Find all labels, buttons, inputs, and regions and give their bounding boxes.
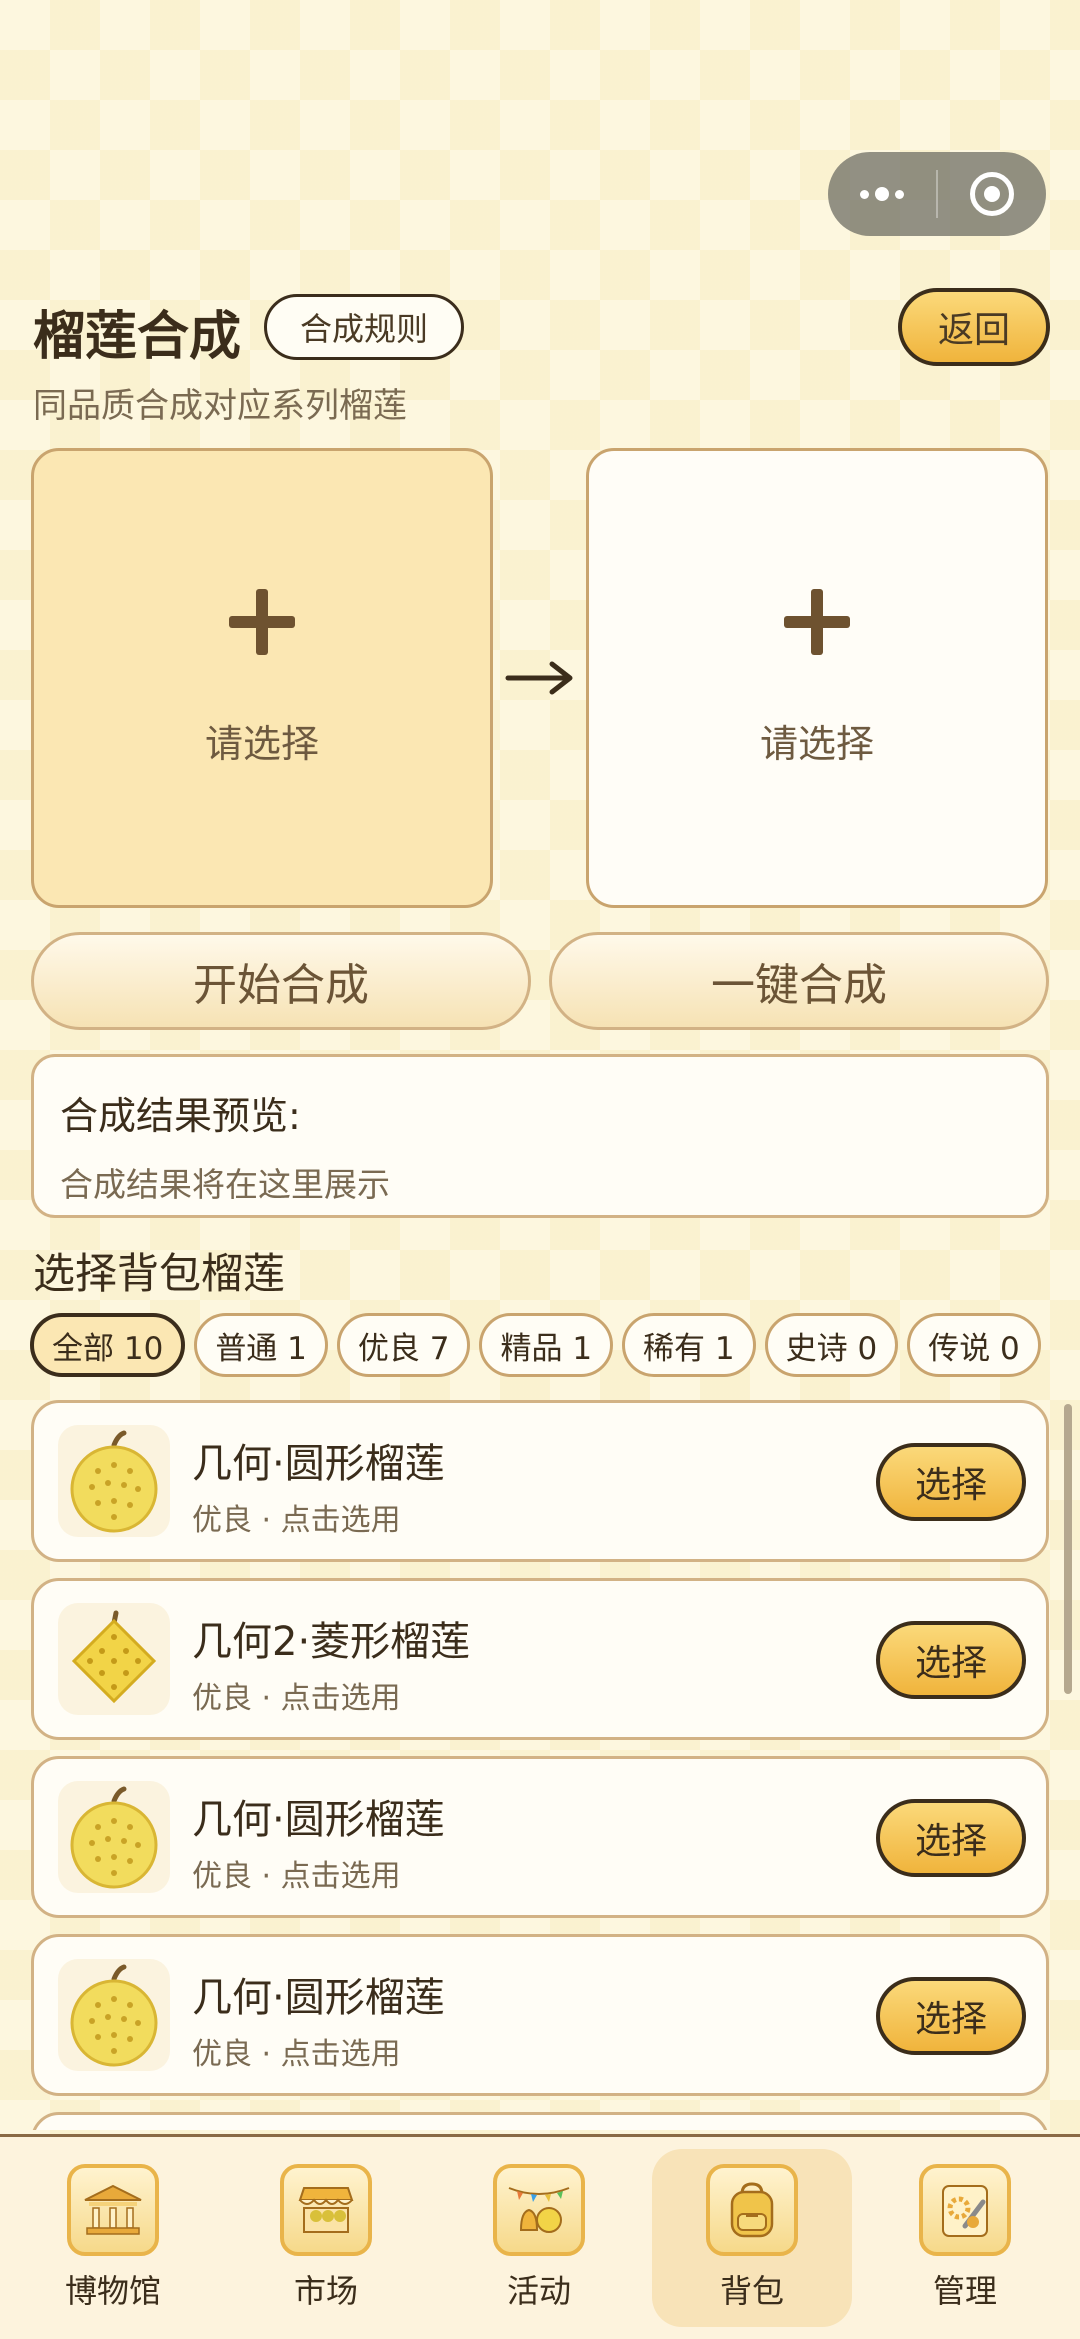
tab-museum[interactable]: 博物馆 xyxy=(13,2149,213,2327)
list-item[interactable]: 几何·圆形榴莲 优良 · 点击选用 选择 xyxy=(31,1400,1049,1562)
page-title: 榴莲合成 xyxy=(33,307,242,367)
tab-market-label: 市场 xyxy=(293,2272,358,2310)
close-mini-program-button[interactable] xyxy=(938,152,1046,236)
close-target-icon xyxy=(970,172,1014,216)
item-desc: 优良 · 点击选用 xyxy=(192,1859,401,1894)
filter-chip-all[interactable]: 全部 10 xyxy=(30,1313,186,1377)
bottom-tab-bar: 博物馆 市场 活动 背包 管理 xyxy=(0,2134,1080,2339)
rules-button[interactable]: 合成规则 xyxy=(264,294,464,360)
filter-chip-good[interactable]: 优良 7 xyxy=(336,1313,471,1377)
tab-manage[interactable]: 管理 xyxy=(865,2149,1065,2327)
round-durian-icon xyxy=(58,1425,170,1537)
backpack-icon xyxy=(706,2164,798,2256)
durian-list[interactable]: 几何·圆形榴莲 优良 · 点击选用 选择 几何2·菱形榴莲 优良 · 点击选用 … xyxy=(31,1400,1049,2130)
mini-program-capsule xyxy=(828,152,1046,236)
item-name: 几何·圆形榴莲 xyxy=(192,1797,445,1843)
filter-chip-legend[interactable]: 传说 0 xyxy=(907,1313,1041,1377)
list-item[interactable] xyxy=(31,2112,1049,2130)
manage-icon xyxy=(919,2164,1011,2256)
plus-icon xyxy=(229,588,295,655)
diamond-durian-icon xyxy=(58,1603,170,1715)
item-name: 几何2·菱形榴莲 xyxy=(192,1619,471,1665)
arrow-right-icon xyxy=(505,661,573,695)
select-button[interactable]: 选择 xyxy=(876,1977,1026,2055)
list-scrollbar[interactable] xyxy=(1064,1404,1072,1694)
tab-market[interactable]: 市场 xyxy=(226,2149,426,2327)
select-button[interactable]: 选择 xyxy=(876,1621,1026,1699)
select-button[interactable]: 选择 xyxy=(876,1443,1026,1521)
list-item[interactable]: 几何·圆形榴莲 优良 · 点击选用 选择 xyxy=(31,1756,1049,1918)
tab-manage-label: 管理 xyxy=(932,2272,997,2310)
page-subtitle: 同品质合成对应系列榴莲 xyxy=(33,386,407,426)
quality-filter-bar: 全部 10 普通 1 优良 7 精品 1 稀有 1 史诗 0 传说 0 xyxy=(30,1313,1050,1377)
round-durian-icon xyxy=(58,1781,170,1893)
source-slot-label: 请选择 xyxy=(204,721,319,766)
more-menu-button[interactable] xyxy=(828,152,936,236)
item-desc: 优良 · 点击选用 xyxy=(192,2037,401,2072)
museum-icon xyxy=(67,2164,159,2256)
back-button[interactable]: 返回 xyxy=(898,288,1050,366)
list-item[interactable]: 几何2·菱形榴莲 优良 · 点击选用 选择 xyxy=(31,1578,1049,1740)
start-synthesis-button[interactable]: 开始合成 xyxy=(31,932,531,1030)
activity-icon xyxy=(493,2164,585,2256)
item-name: 几何·圆形榴莲 xyxy=(192,1441,445,1487)
filter-chip-rare[interactable]: 稀有 1 xyxy=(622,1313,756,1377)
plus-icon xyxy=(784,588,850,655)
item-desc: 优良 · 点击选用 xyxy=(192,1503,401,1538)
result-slot-label: 请选择 xyxy=(759,721,874,766)
filter-chip-epic[interactable]: 史诗 0 xyxy=(764,1313,899,1377)
more-dots-icon xyxy=(860,187,904,201)
backpack-section-title: 选择背包榴莲 xyxy=(33,1249,286,1298)
tab-activity[interactable]: 活动 xyxy=(439,2149,639,2327)
list-item[interactable]: 几何·圆形榴莲 优良 · 点击选用 选择 xyxy=(31,1934,1049,2096)
item-desc: 优良 · 点击选用 xyxy=(192,1681,401,1716)
tab-activity-label: 活动 xyxy=(506,2272,571,2310)
filter-chip-fine[interactable]: 精品 1 xyxy=(479,1313,614,1377)
select-button[interactable]: 选择 xyxy=(876,1799,1026,1877)
tab-museum-label: 博物馆 xyxy=(64,2272,161,2310)
market-icon xyxy=(280,2164,372,2256)
one-click-synthesis-button[interactable]: 一键合成 xyxy=(549,932,1049,1030)
source-slot[interactable]: 请选择 xyxy=(31,448,493,908)
tab-backpack-label: 背包 xyxy=(719,2272,784,2310)
result-preview-panel: 合成结果预览: 合成结果将在这里展示 xyxy=(31,1054,1049,1218)
item-name: 几何·圆形榴莲 xyxy=(192,1975,445,2021)
tab-backpack[interactable]: 背包 xyxy=(652,2149,852,2327)
preview-title: 合成结果预览: xyxy=(60,1094,301,1138)
result-slot[interactable]: 请选择 xyxy=(586,448,1048,908)
filter-chip-common[interactable]: 普通 1 xyxy=(194,1313,328,1377)
round-durian-icon xyxy=(58,1959,170,2071)
preview-text: 合成结果将在这里展示 xyxy=(60,1165,390,1204)
